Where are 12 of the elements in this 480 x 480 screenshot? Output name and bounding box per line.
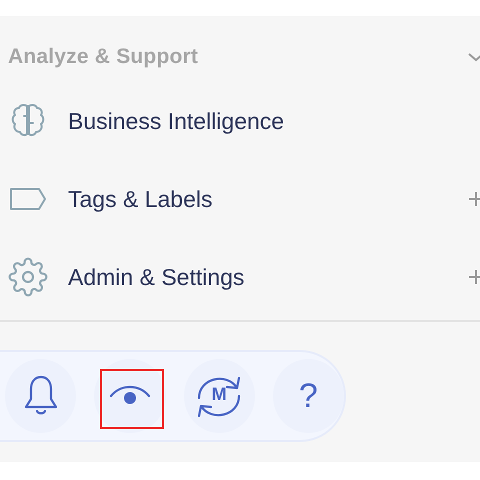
help-button[interactable]: ?: [272, 359, 344, 433]
menu-item[interactable]: Tags & Labels: [68, 186, 468, 212]
plus-icon[interactable]: [468, 191, 480, 207]
chevron-icon[interactable]: [468, 52, 480, 62]
menu-item[interactable]: Business Intelligence: [68, 108, 480, 134]
sync-letter: M: [212, 384, 227, 404]
section-title: Analyze & Support: [8, 45, 198, 69]
sync-button[interactable]: M: [184, 359, 255, 433]
plus-icon[interactable]: [468, 269, 480, 285]
help-text: ?: [298, 376, 318, 416]
settings-icon: [8, 257, 48, 297]
menu-item[interactable]: Admin & Settings: [68, 264, 468, 290]
